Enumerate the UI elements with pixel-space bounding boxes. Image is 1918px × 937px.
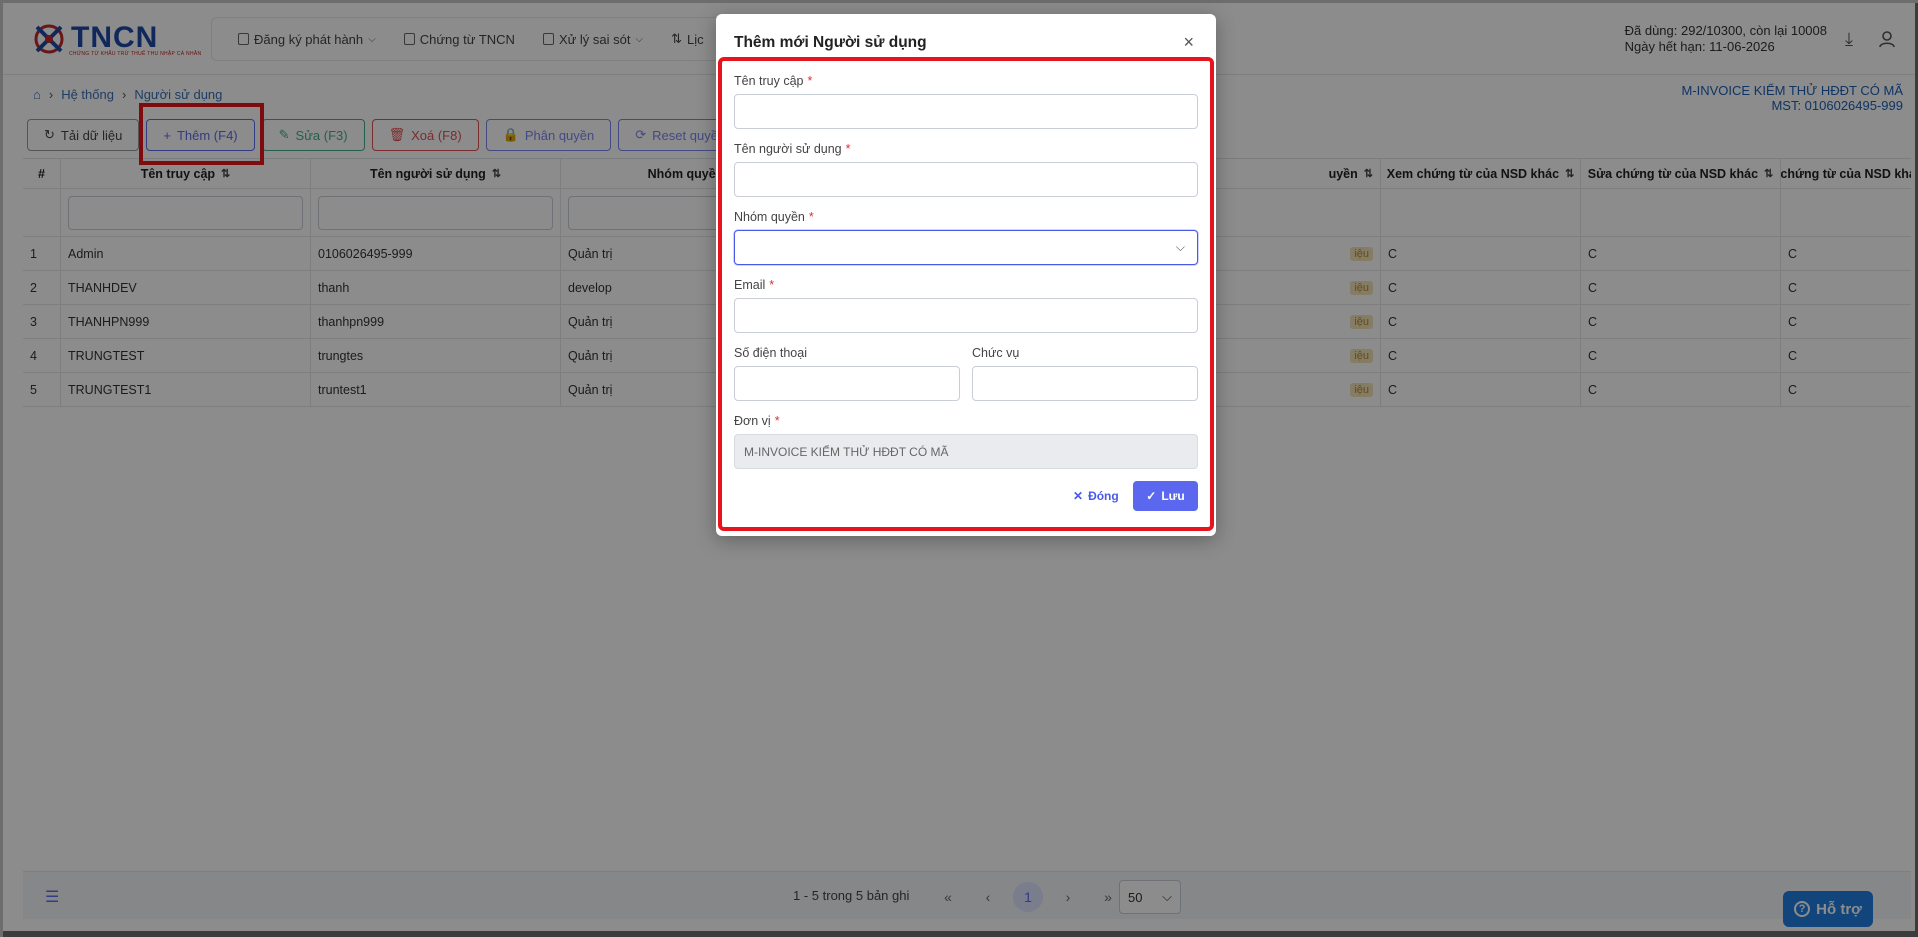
phone-input[interactable] xyxy=(734,366,960,401)
close-icon: ✕ xyxy=(1073,489,1084,503)
group-select[interactable]: ⌵ xyxy=(734,230,1198,265)
chevron-down-icon: ⌵ xyxy=(1175,240,1185,254)
required-mark: * xyxy=(807,74,813,88)
save-button[interactable]: ✓ Lưu xyxy=(1133,481,1198,511)
app-window: TNCN CHỨNG TỪ KHẤU TRỪ THUẾ THU NHẬP CÁ … xyxy=(0,0,1918,937)
dialog-title: Thêm mới Người sử dụng xyxy=(734,34,927,51)
unit-label: Đơn vị * xyxy=(734,414,780,428)
phone-label: Số điện thoại xyxy=(734,346,807,360)
label-text: Nhóm quyền xyxy=(734,210,805,224)
email-label: Email * xyxy=(734,278,774,292)
save-label: Lưu xyxy=(1161,489,1185,503)
required-mark: * xyxy=(808,210,814,224)
label-text: Tên truy cập xyxy=(734,74,804,88)
group-label: Nhóm quyền * xyxy=(734,210,814,224)
close-icon[interactable]: × xyxy=(1183,32,1194,53)
fullname-label: Tên người sử dụng * xyxy=(734,142,851,156)
add-user-dialog: Thêm mới Người sử dụng × Tên truy cập * T… xyxy=(716,14,1216,536)
required-mark: * xyxy=(845,142,851,156)
position-label: Chức vụ xyxy=(972,346,1020,360)
close-button[interactable]: ✕ Đóng xyxy=(1073,489,1119,503)
required-mark: * xyxy=(774,414,780,428)
check-icon: ✓ xyxy=(1146,489,1157,503)
required-mark: * xyxy=(769,278,775,292)
username-label: Tên truy cập * xyxy=(734,74,812,88)
fullname-input[interactable] xyxy=(734,162,1198,197)
label-text: Tên người sử dụng xyxy=(734,142,842,156)
username-input[interactable] xyxy=(734,94,1198,129)
unit-input: M-INVOICE KIỂM THỬ HĐĐT CÓ MÃ xyxy=(734,434,1198,469)
label-text: Email xyxy=(734,278,766,292)
close-label: Đóng xyxy=(1088,489,1119,503)
position-input[interactable] xyxy=(972,366,1198,401)
label-text: Đơn vị xyxy=(734,414,771,428)
email-field[interactable] xyxy=(734,298,1198,333)
